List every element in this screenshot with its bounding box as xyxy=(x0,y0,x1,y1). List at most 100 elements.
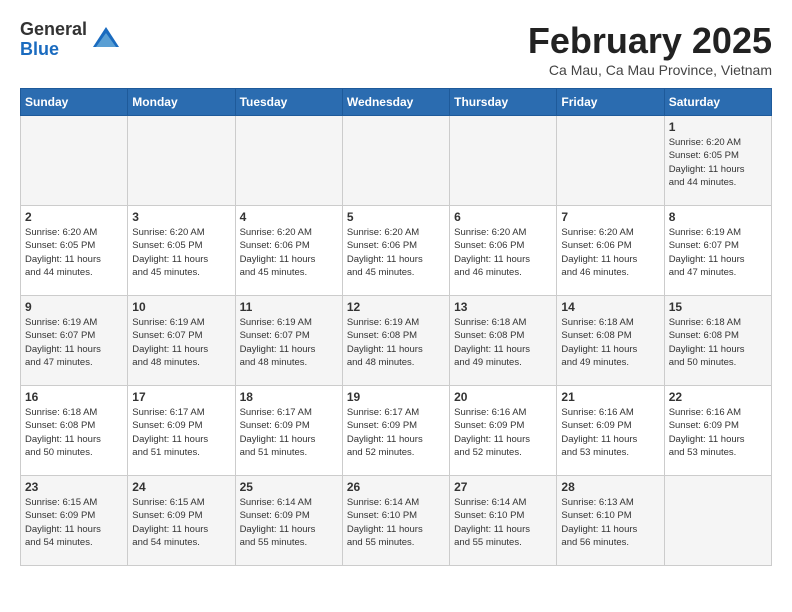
day-info: Sunrise: 6:13 AM Sunset: 6:10 PM Dayligh… xyxy=(561,496,659,549)
calendar-cell xyxy=(21,116,128,206)
day-number: 12 xyxy=(347,300,445,314)
calendar-cell: 27 Sunrise: 6:14 AM Sunset: 6:10 PM Dayli… xyxy=(450,476,557,566)
day-info: Sunrise: 6:18 AM Sunset: 6:08 PM Dayligh… xyxy=(25,406,123,459)
calendar-week-row: 1 Sunrise: 6:20 AM Sunset: 6:05 PM Daylig… xyxy=(21,116,772,206)
calendar-cell: 21 Sunrise: 6:16 AM Sunset: 6:09 PM Dayli… xyxy=(557,386,664,476)
day-number: 15 xyxy=(669,300,767,314)
calendar-cell: 19 Sunrise: 6:17 AM Sunset: 6:09 PM Dayli… xyxy=(342,386,449,476)
day-number: 22 xyxy=(669,390,767,404)
calendar-cell xyxy=(450,116,557,206)
calendar-week-row: 9 Sunrise: 6:19 AM Sunset: 6:07 PM Daylig… xyxy=(21,296,772,386)
weekday-header: Sunday xyxy=(21,89,128,116)
calendar-cell: 26 Sunrise: 6:14 AM Sunset: 6:10 PM Dayli… xyxy=(342,476,449,566)
day-number: 25 xyxy=(240,480,338,494)
day-info: Sunrise: 6:18 AM Sunset: 6:08 PM Dayligh… xyxy=(454,316,552,369)
day-info: Sunrise: 6:19 AM Sunset: 6:07 PM Dayligh… xyxy=(25,316,123,369)
day-number: 17 xyxy=(132,390,230,404)
title-block: February 2025 Ca Mau, Ca Mau Province, V… xyxy=(528,20,772,78)
day-info: Sunrise: 6:19 AM Sunset: 6:07 PM Dayligh… xyxy=(132,316,230,369)
calendar-cell: 20 Sunrise: 6:16 AM Sunset: 6:09 PM Dayli… xyxy=(450,386,557,476)
day-info: Sunrise: 6:18 AM Sunset: 6:08 PM Dayligh… xyxy=(561,316,659,369)
day-number: 2 xyxy=(25,210,123,224)
day-number: 26 xyxy=(347,480,445,494)
day-number: 18 xyxy=(240,390,338,404)
day-info: Sunrise: 6:20 AM Sunset: 6:06 PM Dayligh… xyxy=(454,226,552,279)
day-number: 3 xyxy=(132,210,230,224)
weekday-header: Tuesday xyxy=(235,89,342,116)
day-info: Sunrise: 6:14 AM Sunset: 6:10 PM Dayligh… xyxy=(454,496,552,549)
weekday-header: Friday xyxy=(557,89,664,116)
day-number: 28 xyxy=(561,480,659,494)
calendar-cell: 18 Sunrise: 6:17 AM Sunset: 6:09 PM Dayli… xyxy=(235,386,342,476)
day-info: Sunrise: 6:14 AM Sunset: 6:09 PM Dayligh… xyxy=(240,496,338,549)
day-info: Sunrise: 6:14 AM Sunset: 6:10 PM Dayligh… xyxy=(347,496,445,549)
day-info: Sunrise: 6:19 AM Sunset: 6:07 PM Dayligh… xyxy=(669,226,767,279)
day-number: 1 xyxy=(669,120,767,134)
day-info: Sunrise: 6:16 AM Sunset: 6:09 PM Dayligh… xyxy=(561,406,659,459)
day-info: Sunrise: 6:15 AM Sunset: 6:09 PM Dayligh… xyxy=(25,496,123,549)
day-number: 24 xyxy=(132,480,230,494)
calendar-cell: 7Sunrise: 6:20 AM Sunset: 6:06 PM Daylig… xyxy=(557,206,664,296)
day-info: Sunrise: 6:16 AM Sunset: 6:09 PM Dayligh… xyxy=(454,406,552,459)
day-number: 20 xyxy=(454,390,552,404)
day-number: 21 xyxy=(561,390,659,404)
calendar-cell: 6 Sunrise: 6:20 AM Sunset: 6:06 PM Daylig… xyxy=(450,206,557,296)
day-number: 11 xyxy=(240,300,338,314)
day-info: Sunrise: 6:20 AM Sunset: 6:06 PM Dayligh… xyxy=(240,226,338,279)
day-info: Sunrise: 6:20 AM Sunset: 6:05 PM Dayligh… xyxy=(669,136,767,189)
calendar-cell: 25 Sunrise: 6:14 AM Sunset: 6:09 PM Dayli… xyxy=(235,476,342,566)
calendar-cell: 8 Sunrise: 6:19 AM Sunset: 6:07 PM Daylig… xyxy=(664,206,771,296)
calendar-cell: 23 Sunrise: 6:15 AM Sunset: 6:09 PM Dayli… xyxy=(21,476,128,566)
calendar-cell: 17 Sunrise: 6:17 AM Sunset: 6:09 PM Dayli… xyxy=(128,386,235,476)
month-year-title: February 2025 xyxy=(528,20,772,62)
day-info: Sunrise: 6:20 AM Sunset: 6:06 PM Dayligh… xyxy=(347,226,445,279)
calendar-cell: 2 Sunrise: 6:20 AM Sunset: 6:05 PM Daylig… xyxy=(21,206,128,296)
day-number: 19 xyxy=(347,390,445,404)
day-number: 16 xyxy=(25,390,123,404)
day-info: Sunrise: 6:17 AM Sunset: 6:09 PM Dayligh… xyxy=(240,406,338,459)
page-header: General Blue February 2025 Ca Mau, Ca Ma… xyxy=(20,20,772,78)
day-info: Sunrise: 6:15 AM Sunset: 6:09 PM Dayligh… xyxy=(132,496,230,549)
logo-blue: Blue xyxy=(20,40,87,60)
weekday-header: Monday xyxy=(128,89,235,116)
logo: General Blue xyxy=(20,20,121,60)
calendar-cell xyxy=(128,116,235,206)
calendar-cell xyxy=(342,116,449,206)
calendar-cell xyxy=(664,476,771,566)
day-number: 13 xyxy=(454,300,552,314)
calendar-cell: 16 Sunrise: 6:18 AM Sunset: 6:08 PM Dayli… xyxy=(21,386,128,476)
day-info: Sunrise: 6:20 AM Sunset: 6:06 PM Dayligh… xyxy=(561,226,659,279)
calendar-cell: 11 Sunrise: 6:19 AM Sunset: 6:07 PM Dayli… xyxy=(235,296,342,386)
day-number: 5 xyxy=(347,210,445,224)
calendar-cell: 5 Sunrise: 6:20 AM Sunset: 6:06 PM Daylig… xyxy=(342,206,449,296)
weekday-header-row: SundayMondayTuesdayWednesdayThursdayFrid… xyxy=(21,89,772,116)
calendar-cell: 24 Sunrise: 6:15 AM Sunset: 6:09 PM Dayli… xyxy=(128,476,235,566)
day-number: 14 xyxy=(561,300,659,314)
calendar-cell: 22Sunrise: 6:16 AM Sunset: 6:09 PM Dayli… xyxy=(664,386,771,476)
day-number: 23 xyxy=(25,480,123,494)
calendar-cell: 1 Sunrise: 6:20 AM Sunset: 6:05 PM Daylig… xyxy=(664,116,771,206)
day-number: 8 xyxy=(669,210,767,224)
logo-general: General xyxy=(20,20,87,40)
calendar-cell: 15Sunrise: 6:18 AM Sunset: 6:08 PM Dayli… xyxy=(664,296,771,386)
calendar-cell: 4 Sunrise: 6:20 AM Sunset: 6:06 PM Daylig… xyxy=(235,206,342,296)
day-number: 4 xyxy=(240,210,338,224)
day-number: 10 xyxy=(132,300,230,314)
calendar-cell: 10 Sunrise: 6:19 AM Sunset: 6:07 PM Dayli… xyxy=(128,296,235,386)
calendar-cell: 28 Sunrise: 6:13 AM Sunset: 6:10 PM Dayli… xyxy=(557,476,664,566)
day-info: Sunrise: 6:17 AM Sunset: 6:09 PM Dayligh… xyxy=(347,406,445,459)
day-number: 6 xyxy=(454,210,552,224)
calendar-cell xyxy=(557,116,664,206)
day-number: 9 xyxy=(25,300,123,314)
calendar-cell: 12 Sunrise: 6:19 AM Sunset: 6:08 PM Dayli… xyxy=(342,296,449,386)
calendar-cell: 14 Sunrise: 6:18 AM Sunset: 6:08 PM Dayli… xyxy=(557,296,664,386)
day-info: Sunrise: 6:20 AM Sunset: 6:05 PM Dayligh… xyxy=(25,226,123,279)
calendar-week-row: 23 Sunrise: 6:15 AM Sunset: 6:09 PM Dayli… xyxy=(21,476,772,566)
day-info: Sunrise: 6:19 AM Sunset: 6:08 PM Dayligh… xyxy=(347,316,445,369)
calendar-cell: 13 Sunrise: 6:18 AM Sunset: 6:08 PM Dayli… xyxy=(450,296,557,386)
day-info: Sunrise: 6:17 AM Sunset: 6:09 PM Dayligh… xyxy=(132,406,230,459)
day-number: 27 xyxy=(454,480,552,494)
day-info: Sunrise: 6:19 AM Sunset: 6:07 PM Dayligh… xyxy=(240,316,338,369)
weekday-header: Wednesday xyxy=(342,89,449,116)
calendar-week-row: 16 Sunrise: 6:18 AM Sunset: 6:08 PM Dayli… xyxy=(21,386,772,476)
